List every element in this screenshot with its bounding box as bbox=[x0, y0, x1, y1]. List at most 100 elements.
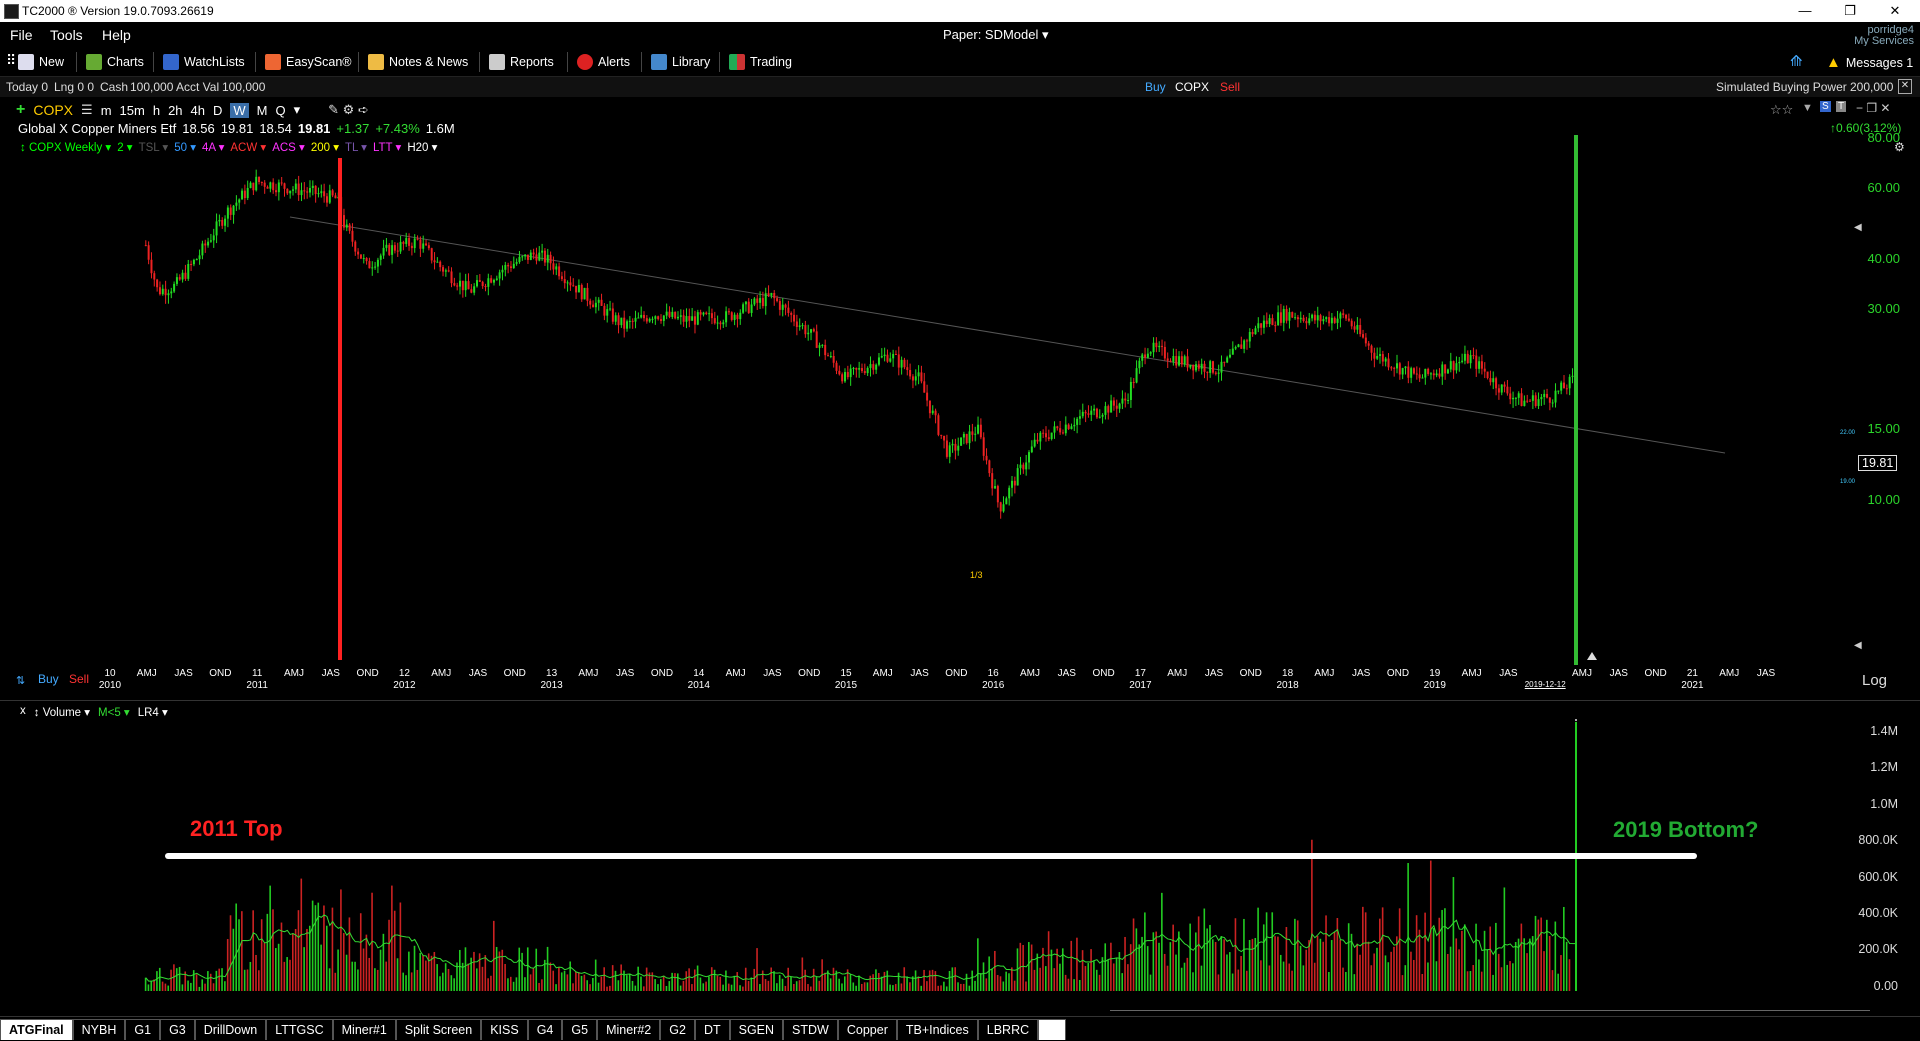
volume-bar bbox=[1568, 959, 1571, 991]
volume-bar bbox=[379, 949, 382, 991]
toolbar-alerts-button[interactable]: Alerts bbox=[577, 54, 630, 70]
layout-tab[interactable]: TB+Indices bbox=[896, 1019, 978, 1040]
new-tab-icon[interactable] bbox=[1038, 1019, 1067, 1040]
candle-body bbox=[1452, 361, 1455, 371]
account-selector[interactable]: Paper: SDModel ▾ bbox=[943, 27, 1049, 43]
layout-tab[interactable]: DT bbox=[694, 1019, 730, 1040]
menu-lines-icon[interactable]: ☰ bbox=[81, 102, 93, 118]
layout-tab[interactable]: Miner#1 bbox=[332, 1019, 396, 1040]
scroll-marker-icon[interactable] bbox=[1587, 652, 1597, 660]
candle-body bbox=[1441, 364, 1444, 377]
buy-button[interactable]: Buy bbox=[1145, 80, 1166, 94]
layout-tab[interactable]: KISS bbox=[481, 1019, 528, 1040]
minimize-button[interactable]: — bbox=[1785, 2, 1825, 20]
menu-file[interactable]: File bbox=[10, 27, 33, 43]
layout-tab[interactable]: ATGFinal bbox=[0, 1019, 73, 1040]
restore-button[interactable]: ❐ bbox=[1830, 2, 1870, 20]
favorite-star-icon[interactable]: ☆☆ bbox=[1770, 102, 1793, 118]
chart-buy-button[interactable]: Buy bbox=[38, 672, 59, 686]
candle-body bbox=[529, 252, 532, 260]
red-marker-line[interactable] bbox=[338, 158, 342, 660]
timeframe-2h[interactable]: 2h bbox=[168, 103, 182, 118]
green-marker-line[interactable] bbox=[1574, 135, 1578, 665]
close-button[interactable]: ✕ bbox=[1875, 2, 1915, 20]
open-price: 18.56 bbox=[182, 121, 215, 136]
timeframe-d[interactable]: D bbox=[213, 103, 222, 118]
time-axis[interactable]: ⇅ Buy Sell 10 2010 AMJ JAS OND 11 2011 AMJ JAS ON… bbox=[0, 662, 1920, 698]
layout-tab[interactable]: NYBH bbox=[72, 1019, 126, 1040]
volume-bar bbox=[945, 986, 948, 991]
toolbar-new-button[interactable]: New bbox=[18, 54, 64, 70]
menu-help[interactable]: Help bbox=[102, 27, 131, 43]
close-status-icon[interactable]: ✕ bbox=[1898, 79, 1912, 94]
alert-level-19[interactable]: 19.00 bbox=[1840, 479, 1855, 485]
layout-icon[interactable]: T bbox=[1836, 101, 1847, 112]
symbol-ticker[interactable]: COPX bbox=[33, 102, 73, 118]
timeframe-15m[interactable]: 15m bbox=[120, 103, 145, 118]
time-tick-year: 2017 bbox=[1129, 680, 1152, 691]
toolbar-easyscan-button[interactable]: EasyScan® bbox=[265, 54, 352, 70]
price-chart[interactable]: 1/3 bbox=[0, 135, 1920, 665]
menu-tools[interactable]: Tools bbox=[50, 27, 83, 43]
filter-icon[interactable]: ▼ bbox=[1802, 102, 1813, 114]
timeframe-dropdown-icon[interactable]: ▾ bbox=[294, 102, 301, 118]
layout-tab[interactable]: G2 bbox=[660, 1019, 695, 1040]
window-controls-icon[interactable]: − ❐ ✕ bbox=[1856, 101, 1891, 115]
layout-tab[interactable]: Split Screen bbox=[395, 1019, 482, 1040]
timeframe-h[interactable]: h bbox=[153, 103, 160, 118]
candle-body bbox=[708, 313, 711, 315]
candle-body bbox=[1005, 498, 1008, 505]
drawing-tools-icon[interactable]: ✎ ⚙ ➪ bbox=[328, 102, 369, 118]
add-symbol-icon[interactable]: + bbox=[16, 101, 25, 119]
timeframe-q[interactable]: Q bbox=[276, 103, 286, 118]
volume-bar bbox=[1551, 970, 1554, 991]
volume-bar bbox=[563, 970, 566, 991]
timeframe-m[interactable]: m bbox=[101, 103, 112, 118]
volume-chart[interactable] bbox=[0, 701, 1920, 1015]
share-icon[interactable]: ⟰ bbox=[1790, 52, 1803, 70]
layout-tab[interactable]: G5 bbox=[562, 1019, 598, 1040]
candle-body bbox=[1568, 376, 1571, 389]
order-arrows-icon[interactable]: ⇅ bbox=[16, 674, 25, 687]
layout-tab[interactable]: G4 bbox=[527, 1019, 563, 1040]
alert-level-22[interactable]: 22.00 bbox=[1840, 430, 1855, 436]
volume-bar bbox=[773, 971, 775, 991]
log-scale-toggle[interactable]: Log bbox=[1862, 672, 1887, 689]
layout-tab[interactable]: LTTGSC bbox=[266, 1019, 333, 1040]
candle-body bbox=[249, 182, 252, 188]
volume-pane[interactable]: x ↕ Volume ▾ M<5 ▾ LR4 ▾ 2011 Top 2019 B… bbox=[0, 700, 1920, 1015]
layout-tab[interactable]: STDW bbox=[783, 1019, 838, 1040]
timeframe-4h[interactable]: 4h bbox=[191, 103, 205, 118]
toolbar-watchlists-button[interactable]: WatchLists bbox=[163, 54, 245, 70]
white-horizontal-bar[interactable] bbox=[165, 853, 1697, 859]
time-tick-label: AMJ bbox=[578, 668, 599, 679]
layout-tab[interactable]: G3 bbox=[160, 1019, 195, 1040]
trend-line[interactable] bbox=[289, 216, 1726, 454]
timeframe-m-monthly[interactable]: M bbox=[257, 103, 268, 118]
toolbar-trading-button[interactable]: Trading bbox=[729, 54, 792, 70]
sell-button[interactable]: Sell bbox=[1220, 80, 1240, 94]
volume-bar bbox=[1203, 908, 1206, 991]
layout-tab[interactable]: SGEN bbox=[729, 1019, 784, 1040]
timeframe-w[interactable]: W bbox=[230, 102, 249, 118]
messages-button[interactable]: ▲ Messages 1 bbox=[1826, 54, 1913, 71]
toolbar-reports-button[interactable]: Reports bbox=[489, 54, 554, 70]
candle-body bbox=[761, 298, 764, 307]
layout-tab[interactable]: G1 bbox=[125, 1019, 161, 1040]
layout-tab[interactable]: DrillDown bbox=[194, 1019, 267, 1040]
toolbar-library-button[interactable]: Library bbox=[651, 54, 710, 70]
horizontal-scrollbar[interactable] bbox=[1110, 1010, 1870, 1011]
candle-body bbox=[846, 372, 849, 378]
price-axis[interactable]: 80.00 60.00 40.00 30.00 15.00 10.00 bbox=[1780, 130, 1920, 665]
layout-tab[interactable]: Copper bbox=[837, 1019, 897, 1040]
layout-tab[interactable]: LBRRC bbox=[977, 1019, 1039, 1040]
layout-tab[interactable]: Miner#2 bbox=[597, 1019, 661, 1040]
candle-body bbox=[1534, 395, 1537, 407]
candle-body bbox=[832, 355, 835, 363]
link-s-icon[interactable]: S bbox=[1820, 101, 1831, 112]
volume-bar bbox=[784, 985, 787, 991]
candle-body bbox=[1277, 312, 1280, 326]
toolbar-notes-button[interactable]: Notes & News bbox=[368, 54, 468, 70]
time-tick-year: 2011 bbox=[246, 680, 268, 691]
toolbar-charts-button[interactable]: Charts bbox=[86, 54, 144, 70]
